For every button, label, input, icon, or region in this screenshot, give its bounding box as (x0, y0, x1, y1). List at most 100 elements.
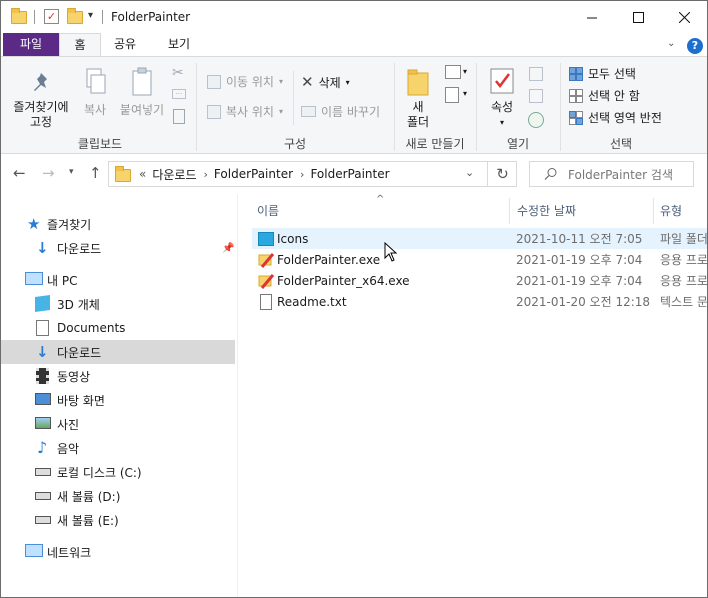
select-none-button[interactable]: 선택 안 함 (569, 87, 640, 104)
column-divider[interactable] (653, 198, 654, 224)
cut-icon[interactable]: ✂ (172, 65, 184, 81)
new-item-icon[interactable] (445, 65, 461, 79)
address-dropdown-icon[interactable]: ⌄ (465, 166, 474, 179)
drive-icon (35, 516, 51, 524)
copy-path-icon[interactable]: ··· (172, 89, 186, 99)
column-header-type[interactable]: 유형 (660, 202, 682, 219)
chevron-right-icon[interactable]: › (300, 168, 304, 181)
file-name: FolderPainter.exe (277, 252, 381, 267)
nav-item-downloads-pinned[interactable]: ↓ 다운로드 📌 (1, 236, 235, 260)
file-name: Icons (277, 231, 309, 246)
nav-item-music[interactable]: ♪ 음악 (1, 436, 235, 460)
open-icon[interactable] (529, 67, 543, 81)
file-name: Readme.txt (277, 294, 347, 309)
copy-to-label: 복사 위치 (226, 105, 274, 119)
paste-button[interactable]: 붙여넣기 (115, 67, 169, 118)
recent-locations-icon[interactable]: ▾ (69, 167, 74, 177)
invert-selection-button[interactable]: 선택 영역 반전 (569, 109, 662, 126)
move-to-label: 이동 위치 (226, 75, 274, 89)
nav-item-this-pc[interactable]: 내 PC (1, 268, 235, 292)
document-icon (36, 320, 49, 336)
drive-icon (35, 492, 51, 500)
nav-item-downloads[interactable]: ↓ 다운로드 (1, 340, 235, 364)
minimize-icon (586, 17, 597, 18)
dropdown-arrow-icon[interactable]: ▾ (463, 67, 467, 76)
nav-item-favorites[interactable]: ★ 즐겨찾기 (1, 212, 235, 236)
delete-button[interactable]: ✕ 삭제 ▾ (301, 73, 350, 91)
nav-item-3d-objects[interactable]: 3D 개체 (1, 292, 235, 316)
help-icon[interactable]: ? (687, 38, 703, 54)
file-row-folderpainter-exe[interactable]: FolderPainter.exe 2021-01-19 오후 7:04 응용 … (252, 249, 707, 270)
paste-shortcut-icon[interactable] (173, 109, 185, 124)
new-folder-icon[interactable] (67, 8, 83, 24)
sort-ascending-icon: ^ (376, 194, 385, 205)
new-folder-button[interactable]: 새 폴더 (399, 67, 437, 130)
properties-button[interactable]: 속성 ▾ (483, 67, 521, 130)
nav-item-drive-d[interactable]: 새 볼륨 (D:) (1, 484, 235, 508)
rename-button[interactable]: 이름 바꾸기 (301, 103, 380, 120)
pc-icon (25, 272, 43, 285)
window-title: FolderPainter (111, 10, 191, 24)
folder-icon (115, 165, 131, 182)
new-folder-label-line2: 폴더 (406, 115, 430, 129)
file-row-readme-txt[interactable]: Readme.txt 2021-01-20 오전 12:18 텍스트 문 (252, 291, 707, 312)
breadcrumb-folderpainter[interactable]: FolderPainter (214, 167, 293, 181)
search-box[interactable]: FolderPainter 검색 (529, 161, 694, 187)
tab-file[interactable]: 파일 (3, 33, 59, 57)
select-none-icon (569, 88, 583, 103)
customize-toolbar-icon[interactable]: ▾ (88, 10, 93, 21)
column-header-date[interactable]: 수정한 날짜 (517, 202, 576, 219)
nav-item-drive-e[interactable]: 새 볼륨 (E:) (1, 508, 235, 532)
breadcrumb-downloads[interactable]: 다운로드 (152, 166, 196, 183)
column-divider[interactable] (509, 198, 510, 224)
new-folder-icon (407, 69, 429, 96)
file-row-folderpainter-x64-exe[interactable]: FolderPainter_x64.exe 2021-01-19 오후 7:04… (252, 270, 707, 291)
address-bar[interactable]: « 다운로드 › FolderPainter › FolderPainter ⌄ (108, 161, 517, 187)
up-arrow-icon[interactable]: ↑ (89, 164, 102, 182)
nav-item-desktop[interactable]: 바탕 화면 (1, 388, 235, 412)
tab-share[interactable]: 공유 (105, 33, 145, 57)
maximize-button[interactable] (615, 1, 661, 33)
music-icon: ♪ (37, 438, 48, 457)
move-to-button[interactable]: 이동 위치 ▾ (207, 73, 283, 90)
overflow-breadcrumb[interactable]: « (139, 167, 146, 181)
refresh-button[interactable]: ↻ (487, 161, 517, 187)
tab-home[interactable]: 홈 (59, 33, 101, 57)
minimize-button[interactable] (569, 1, 615, 33)
back-arrow-icon[interactable]: ← (13, 164, 26, 182)
delete-icon: ✕ (301, 73, 314, 91)
properties-icon[interactable]: ✓ (44, 9, 59, 24)
search-icon (544, 168, 557, 180)
download-icon: ↓ (36, 239, 49, 257)
nav-item-drive-c[interactable]: 로컬 디스크 (C:) (1, 460, 235, 484)
delete-label: 삭제 (318, 75, 341, 90)
select-all-button[interactable]: 모두 선택 (569, 65, 636, 82)
nav-item-label: 즐겨찾기 (47, 217, 92, 232)
refresh-icon: ↻ (496, 165, 509, 183)
dropdown-arrow-icon: ▾ (345, 77, 350, 87)
nav-item-pictures[interactable]: 사진 (1, 412, 235, 436)
nav-item-label: 음악 (57, 441, 80, 456)
select-group-label: 선택 (609, 137, 633, 151)
dropdown-arrow-icon[interactable]: ▾ (463, 89, 467, 98)
close-button[interactable] (661, 1, 707, 33)
column-header-name[interactable]: 이름 (257, 202, 279, 219)
nav-item-documents[interactable]: Documents (1, 316, 235, 340)
copy-button[interactable]: 복사 (77, 67, 113, 118)
tab-view[interactable]: 보기 (158, 33, 200, 57)
history-icon[interactable] (528, 112, 544, 128)
ribbon: 즐겨찾기에 고정 복사 붙여넣기 ✂ ··· 클립보드 이동 위치 ▾ 복사 위… (1, 56, 707, 154)
collapse-ribbon-icon[interactable]: ⌄ (667, 38, 675, 49)
easy-access-icon[interactable] (445, 87, 459, 103)
forward-arrow-icon[interactable]: → (42, 164, 55, 182)
chevron-right-icon[interactable]: › (204, 168, 208, 181)
nav-item-network[interactable]: 네트워크 (1, 540, 235, 564)
edit-icon[interactable] (529, 89, 543, 103)
nav-item-label: 새 볼륨 (E:) (57, 513, 119, 528)
folder-icon (11, 8, 27, 24)
file-row-icons[interactable]: Icons 2021-10-11 오전 7:05 파일 폴더 (252, 228, 707, 249)
copy-to-button[interactable]: 복사 위치 ▾ (207, 103, 283, 120)
nav-item-videos[interactable]: 동영상 (1, 364, 235, 388)
pin-quick-access-button[interactable]: 즐겨찾기에 고정 (7, 71, 75, 130)
breadcrumb-folderpainter-current[interactable]: FolderPainter (310, 167, 389, 181)
